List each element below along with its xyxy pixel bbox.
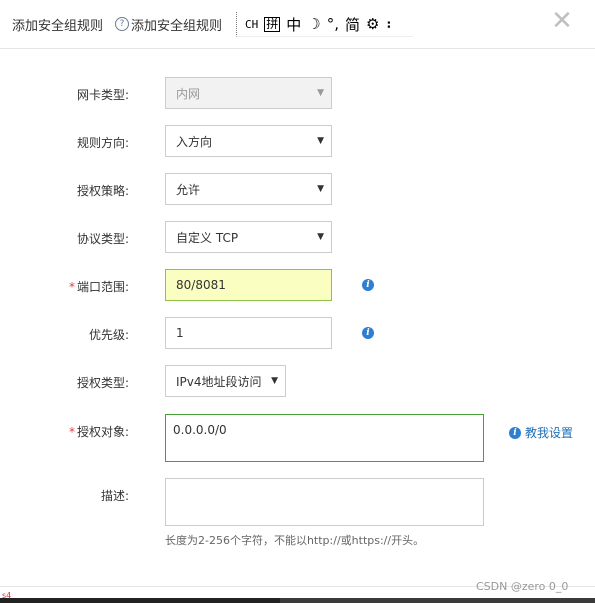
auth-type-value: IPv4地址段访问: [176, 374, 262, 389]
chevron-down-icon: ▼: [317, 136, 324, 146]
teach-me-text: 教我设置: [525, 426, 574, 440]
direction-label: 规则方向:: [76, 136, 129, 150]
question-circle-icon[interactable]: ?: [115, 17, 129, 31]
gear-icon[interactable]: ⚙: [366, 15, 379, 33]
priority-label: 优先级:: [88, 328, 129, 342]
dialog-header: 添加安全组规则 ? 添加安全组规则 CH 拼 中 ☽ °, 简 ⚙ ⠆ ✕: [0, 0, 595, 49]
policy-label: 授权策略:: [76, 184, 129, 198]
auth-object-textarea[interactable]: 0.0.0.0/0: [165, 414, 484, 462]
nic-type-value: 内网: [176, 86, 201, 101]
required-mark: *: [68, 280, 75, 294]
help-link[interactable]: 添加安全组规则: [131, 15, 222, 34]
dialog-title: 添加安全组规则: [12, 19, 104, 34]
port-range-value: 80/8081: [176, 278, 226, 292]
port-range-input[interactable]: 80/8081: [165, 269, 332, 301]
chevron-down-icon: ▼: [317, 232, 324, 242]
direction-value: 入方向: [176, 134, 213, 149]
ime-punctuation-toggle[interactable]: °,: [327, 15, 339, 33]
description-label: 描述:: [100, 489, 129, 503]
priority-input[interactable]: 1: [165, 317, 332, 349]
direction-select[interactable]: 入方向 ▼: [165, 125, 332, 157]
close-icon[interactable]: ✕: [551, 8, 573, 34]
auth-object-value: 0.0.0.0/0: [173, 423, 227, 437]
protocol-value: 自定义 TCP: [176, 230, 239, 245]
chevron-down-icon: ▼: [317, 184, 324, 194]
teach-me-link[interactable]: i 教我设置: [509, 424, 573, 441]
port-range-label: * 端口范围:: [69, 278, 129, 295]
info-icon: i: [509, 426, 521, 439]
protocol-label: 协议类型:: [76, 232, 129, 246]
ime-simplified-toggle[interactable]: 简: [345, 14, 360, 35]
policy-select[interactable]: 允许 ▼: [165, 173, 332, 205]
protocol-select[interactable]: 自定义 TCP ▼: [165, 221, 332, 253]
bottom-bar: [0, 598, 595, 603]
info-icon[interactable]: i: [362, 327, 374, 339]
auth-type-select[interactable]: IPv4地址段访问 ▼: [165, 365, 286, 397]
ime-mode[interactable]: CH: [245, 18, 258, 31]
description-hint: 长度为2-256个字符，不能以http://或https://开头。: [165, 534, 425, 547]
nic-type-select: 内网 ▼: [165, 77, 332, 109]
nic-type-label: 网卡类型:: [76, 88, 129, 102]
chevron-down-icon: ▼: [317, 88, 324, 98]
required-mark: *: [68, 425, 75, 439]
auth-object-label-text: 授权对象:: [76, 425, 129, 439]
ime-more-icon[interactable]: ⠆: [385, 15, 396, 33]
ime-chinese-toggle[interactable]: 中: [286, 14, 301, 35]
info-icon[interactable]: i: [362, 279, 374, 291]
port-range-label-text: 端口范围:: [76, 280, 129, 294]
watermark: CSDN @zero 0_0: [476, 580, 569, 593]
moon-icon[interactable]: ☽: [307, 15, 320, 33]
priority-value: 1: [176, 326, 184, 340]
ime-toolbar: CH 拼 中 ☽ °, 简 ⚙ ⠆: [236, 12, 413, 37]
chevron-down-icon: ▼: [271, 376, 278, 386]
auth-object-label: * 授权对象:: [69, 423, 129, 440]
bottom-bar-segment: [0, 598, 280, 603]
auth-type-label: 授权类型:: [76, 376, 129, 390]
policy-value: 允许: [176, 182, 201, 197]
ime-pinyin-icon[interactable]: 拼: [264, 16, 281, 32]
description-textarea[interactable]: [165, 478, 484, 526]
